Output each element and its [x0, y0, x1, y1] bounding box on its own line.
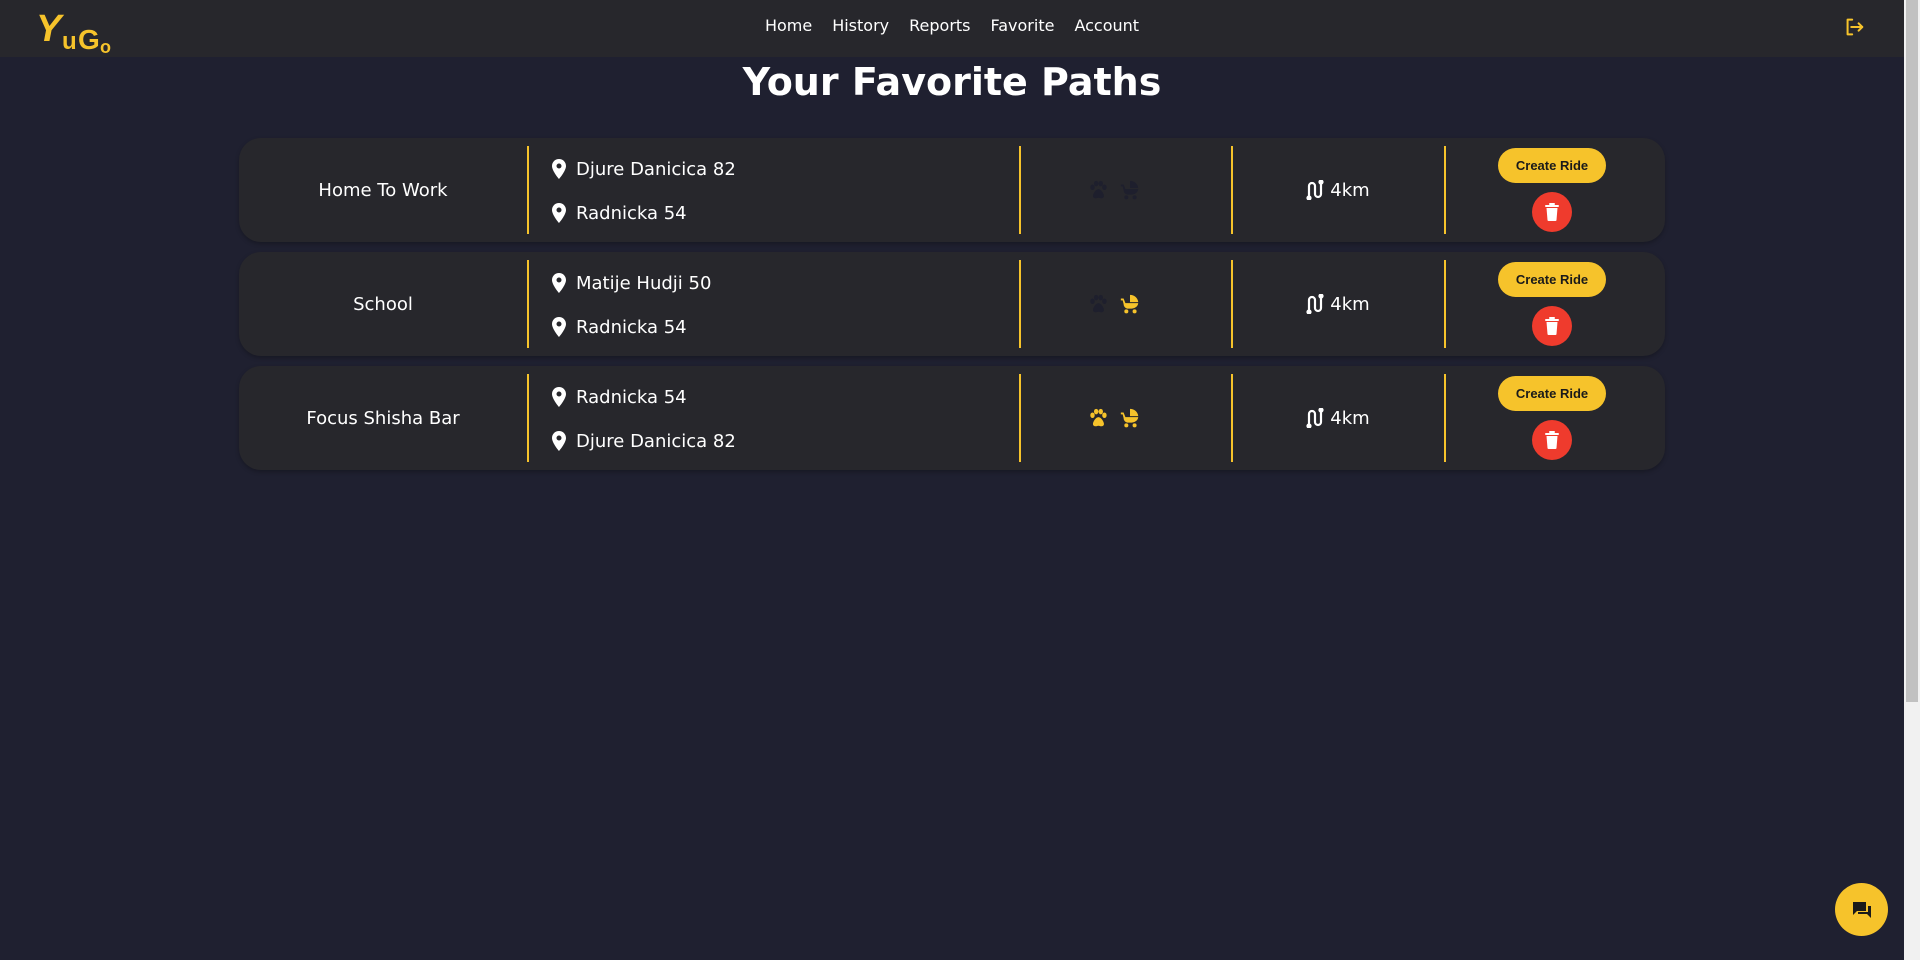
distance-text: 4km — [1330, 179, 1370, 201]
paw-icon — [1090, 408, 1107, 427]
end-address-text: Djure Danicica 82 — [576, 430, 736, 452]
path-name: Home To Work — [318, 179, 448, 201]
chat-button[interactable] — [1835, 883, 1888, 936]
end-address: Radnicka 54 — [552, 305, 1022, 349]
path-distance: 4km — [1232, 261, 1444, 347]
location-pin-icon — [552, 431, 566, 451]
create-ride-button[interactable]: Create Ride — [1498, 376, 1606, 411]
distance-text: 4km — [1330, 407, 1370, 429]
location-pin-icon — [552, 159, 566, 179]
baby-stroller-icon — [1120, 180, 1139, 200]
ride-options — [1008, 375, 1220, 461]
nav-history[interactable]: History — [832, 16, 889, 35]
nav-home[interactable]: Home — [765, 16, 812, 35]
route-icon — [1306, 180, 1324, 200]
path-distance: 4km — [1232, 375, 1444, 461]
column-divider — [527, 374, 529, 462]
ride-options — [1008, 261, 1220, 347]
path-name: Focus Shisha Bar — [306, 407, 460, 429]
path-actions: Create Ride — [1446, 147, 1658, 233]
end-address: Djure Danicica 82 — [552, 419, 1022, 463]
trash-icon — [1545, 317, 1559, 335]
start-address-text: Radnicka 54 — [576, 386, 687, 408]
end-address: Radnicka 54 — [552, 191, 1022, 235]
start-address: Radnicka 54 — [552, 375, 1022, 419]
path-distance: 4km — [1232, 147, 1444, 233]
delete-path-button[interactable] — [1532, 306, 1572, 346]
location-pin-icon — [552, 317, 566, 337]
create-ride-button[interactable]: Create Ride — [1498, 148, 1606, 183]
trash-icon — [1545, 431, 1559, 449]
favorite-paths-list: Home To Work Djure Danicica 82 Radnicka … — [239, 138, 1665, 480]
path-actions: Create Ride — [1446, 261, 1658, 347]
start-address: Djure Danicica 82 — [552, 147, 1022, 191]
nav-reports[interactable]: Reports — [909, 16, 970, 35]
location-pin-icon — [552, 203, 566, 223]
column-divider — [527, 146, 529, 234]
trash-icon — [1545, 203, 1559, 221]
create-ride-button[interactable]: Create Ride — [1498, 262, 1606, 297]
path-name: School — [353, 293, 413, 315]
delete-path-button[interactable] — [1532, 420, 1572, 460]
baby-stroller-icon — [1120, 294, 1139, 314]
nav-links: Home History Reports Favorite Account — [0, 16, 1904, 35]
navbar: Y u G o Home History Reports Favorite Ac… — [0, 0, 1904, 57]
start-address-text: Djure Danicica 82 — [576, 158, 736, 180]
route-icon — [1306, 294, 1324, 314]
start-address: Matije Hudji 50 — [552, 261, 1022, 305]
page-title: Your Favorite Paths — [742, 60, 1162, 104]
column-divider — [527, 260, 529, 348]
end-address-text: Radnicka 54 — [576, 202, 687, 224]
path-addresses: Radnicka 54 Djure Danicica 82 — [552, 375, 1022, 461]
favorite-path-row: School Matije Hudji 50 Radnicka 54 4km C… — [239, 252, 1665, 356]
path-addresses: Matije Hudji 50 Radnicka 54 — [552, 261, 1022, 347]
baby-stroller-icon — [1120, 408, 1139, 428]
location-pin-icon — [552, 387, 566, 407]
route-icon — [1306, 408, 1324, 428]
favorite-path-row: Home To Work Djure Danicica 82 Radnicka … — [239, 138, 1665, 242]
path-actions: Create Ride — [1446, 375, 1658, 461]
logout-icon[interactable] — [1843, 16, 1865, 38]
nav-account[interactable]: Account — [1074, 16, 1139, 35]
nav-favorite[interactable]: Favorite — [991, 16, 1055, 35]
paw-icon — [1090, 180, 1107, 199]
chat-icon — [1852, 901, 1871, 918]
ride-options — [1008, 147, 1220, 233]
favorite-path-row: Focus Shisha Bar Radnicka 54 Djure Danic… — [239, 366, 1665, 470]
location-pin-icon — [552, 273, 566, 293]
scrollbar-thumb[interactable] — [1906, 0, 1918, 702]
delete-path-button[interactable] — [1532, 192, 1572, 232]
path-addresses: Djure Danicica 82 Radnicka 54 — [552, 147, 1022, 233]
svg-text:o: o — [100, 37, 111, 55]
end-address-text: Radnicka 54 — [576, 316, 687, 338]
paw-icon — [1090, 294, 1107, 313]
start-address-text: Matije Hudji 50 — [576, 272, 712, 294]
distance-text: 4km — [1330, 293, 1370, 315]
